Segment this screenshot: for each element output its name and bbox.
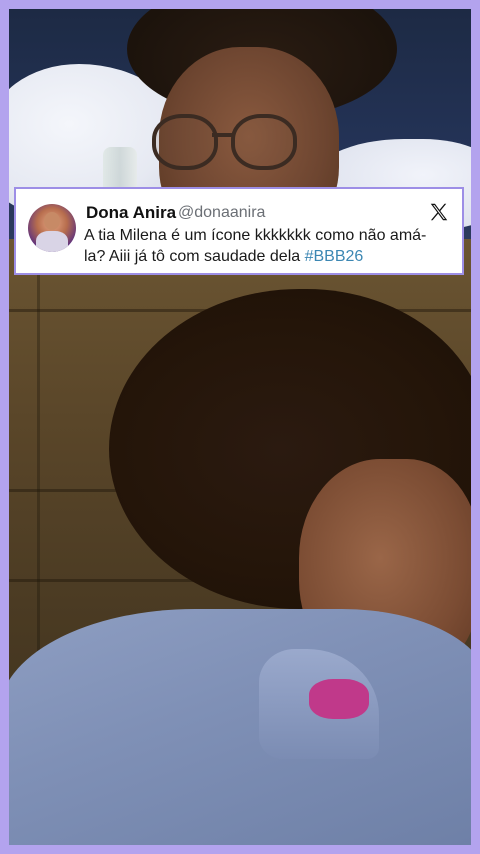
avatar[interactable] — [28, 204, 76, 252]
glasses-bridge — [212, 133, 234, 137]
tweet-text: A tia Milena é um ícone kkkkkkk como não… — [84, 225, 452, 267]
video-scene-bottom — [9, 239, 471, 845]
tweet-text-line: A tia Milena é um ícone kkkkkkk como não… — [84, 227, 427, 244]
tweet-card[interactable]: Dona Anira @donaanira A tia Milena é um … — [14, 187, 464, 275]
avatar-head — [44, 212, 60, 230]
hashtag-link[interactable]: #BBB26 — [305, 248, 364, 265]
user-handle[interactable]: @donaanira — [178, 204, 265, 222]
shirt — [9, 609, 471, 845]
display-name[interactable]: Dona Anira — [86, 203, 176, 223]
video-player[interactable] — [9, 9, 471, 845]
x-logo-icon[interactable] — [428, 201, 450, 223]
inner-shirt — [309, 679, 369, 719]
glasses-lens — [231, 114, 297, 170]
avatar-body — [36, 231, 68, 252]
video-frame: Dona Anira @donaanira A tia Milena é um … — [0, 0, 480, 854]
tweet-text-line: la? Aiii já tô com saudade dela — [84, 248, 305, 265]
glasses-lens — [152, 114, 218, 170]
